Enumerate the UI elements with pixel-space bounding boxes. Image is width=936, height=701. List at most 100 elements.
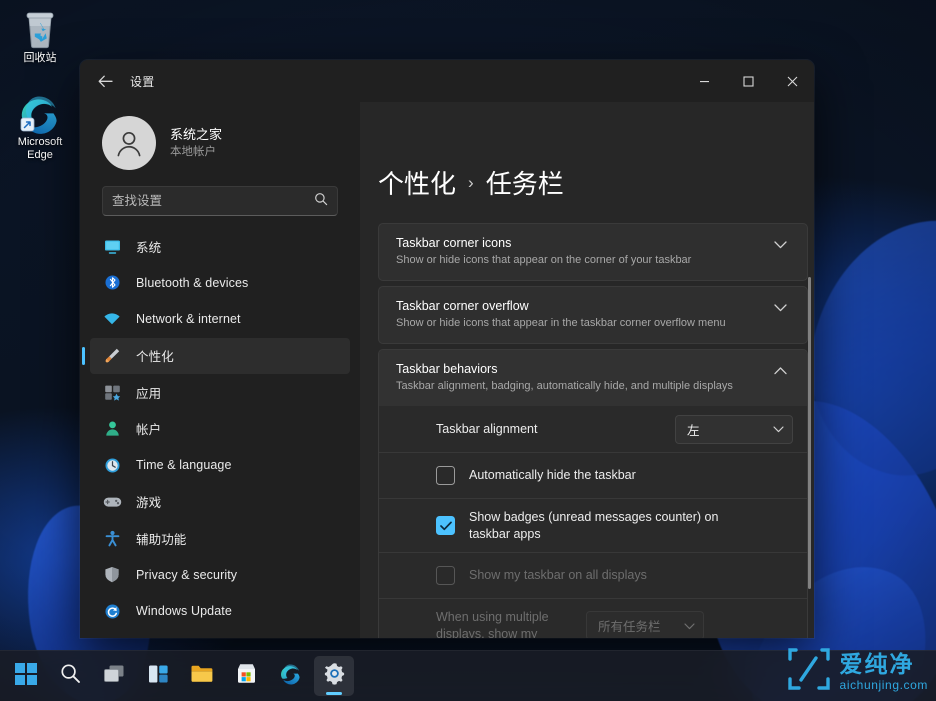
row-multi-display-show: When using multiple displays, show my 所有… (379, 598, 807, 638)
card-subtitle: Show or hide icons that appear on the co… (396, 253, 767, 268)
sidebar-item-label: Network & internet (136, 312, 241, 326)
card-header[interactable]: Taskbar behaviors Taskbar alignment, bad… (379, 350, 807, 406)
account-name: 系统之家 (170, 126, 222, 143)
sidebar-item-windows-update[interactable]: Windows Update (90, 593, 350, 630)
sidebar-item-system[interactable]: 系统 (90, 228, 350, 265)
card-header[interactable]: Taskbar corner overflow Show or hide ico… (379, 287, 807, 343)
breadcrumb-separator-icon: › (468, 173, 474, 193)
breadcrumb-current: 任务栏 (486, 164, 564, 201)
search-icon (60, 663, 81, 689)
row-show-badges[interactable]: Show badges (unread messages counter) on… (379, 498, 807, 552)
card-title: Taskbar behaviors (396, 361, 767, 377)
setting-label: Automatically hide the taskbar (469, 467, 793, 484)
watermark-logo-icon (786, 646, 832, 697)
sidebar-item-time-language[interactable]: Time & language (90, 447, 350, 484)
sidebar-item-apps[interactable]: 应用 (90, 374, 350, 411)
setting-label: Taskbar alignment (436, 421, 675, 438)
all-displays-checkbox (436, 566, 455, 585)
minimize-button[interactable] (682, 60, 726, 102)
clock-icon (102, 455, 122, 475)
brush-icon (102, 346, 122, 366)
card-subtitle: Show or hide icons that appear in the ta… (396, 316, 767, 331)
card-taskbar-behaviors: Taskbar behaviors Taskbar alignment, bad… (378, 349, 808, 638)
taskbar-icon-group (4, 656, 356, 696)
chevron-down-icon[interactable] (767, 235, 793, 249)
desktop-icon-recycle-bin[interactable]: 回收站 (4, 6, 76, 65)
row-auto-hide-taskbar[interactable]: Automatically hide the taskbar (379, 452, 807, 498)
microsoft-edge-icon (4, 90, 76, 136)
breadcrumb: 个性化 › 任务栏 (360, 102, 814, 223)
setting-label: Show my taskbar on all displays (469, 567, 793, 584)
bluetooth-icon (102, 273, 122, 293)
chevron-down-icon[interactable] (767, 298, 793, 312)
settings-window: 设置 (80, 60, 814, 638)
sidebar: 系统之家 本地帐户 (80, 102, 360, 638)
desktop-icon-label: 回收站 (4, 52, 76, 65)
back-button[interactable] (88, 66, 122, 96)
edge-button[interactable] (270, 656, 310, 696)
microsoft-store-button[interactable] (226, 656, 266, 696)
task-view-icon (103, 664, 125, 689)
chevron-down-icon (684, 619, 695, 633)
sidebar-item-label: 游戏 (136, 492, 161, 511)
sidebar-item-network-internet[interactable]: Network & internet (90, 301, 350, 338)
chevron-up-icon[interactable] (767, 361, 793, 375)
watermark-text-cn: 爱纯净 (840, 653, 928, 676)
sidebar-item-label: 辅助功能 (136, 529, 186, 548)
search-box[interactable] (102, 186, 338, 216)
sidebar-item-label: 应用 (136, 383, 161, 402)
setting-label: When using multiple displays, show my (436, 609, 586, 639)
card-subtitle: Taskbar alignment, badging, automaticall… (396, 379, 767, 394)
sidebar-item-label: Bluetooth & devices (136, 276, 248, 290)
taskbar-alignment-dropdown[interactable]: 左 (675, 415, 793, 444)
account-icon (102, 419, 122, 439)
accessibility-icon (102, 528, 122, 548)
watermark: 爱纯净 aichunjing.com (786, 646, 928, 697)
card-title: Taskbar corner icons (396, 235, 767, 251)
sidebar-item-gaming[interactable]: 游戏 (90, 484, 350, 521)
desktop-icon-microsoft-edge[interactable]: Microsoft Edge (4, 90, 76, 162)
monitor-icon (102, 236, 122, 256)
chevron-down-icon (773, 422, 784, 436)
sidebar-item-privacy-security[interactable]: Privacy & security (90, 557, 350, 594)
account-block[interactable]: 系统之家 本地帐户 (80, 102, 360, 186)
dropdown-value: 左 (687, 420, 773, 439)
breadcrumb-parent[interactable]: 个性化 (378, 164, 456, 201)
sidebar-item-label: Time & language (136, 458, 232, 472)
sidebar-item-label: Privacy & security (136, 568, 237, 582)
sidebar-item-accounts[interactable]: 帐户 (90, 411, 350, 448)
close-button[interactable] (770, 60, 814, 102)
content-scrollbar[interactable] (808, 277, 811, 589)
start-button[interactable] (6, 656, 46, 696)
update-icon (102, 601, 122, 621)
gear-icon (323, 662, 346, 690)
store-icon (236, 663, 257, 689)
sidebar-item-bluetooth-devices[interactable]: Bluetooth & devices (90, 265, 350, 302)
folder-icon (190, 664, 214, 689)
desktop-icon-label: Microsoft Edge (4, 136, 76, 162)
watermark-text-en: aichunjing.com (840, 679, 928, 691)
recycle-bin-icon (4, 6, 76, 52)
card-body: Taskbar alignment 左 Automatically hide t… (379, 406, 807, 638)
sidebar-item-label: 个性化 (136, 346, 174, 365)
widgets-icon (148, 664, 169, 689)
show-badges-checkbox[interactable] (436, 516, 455, 535)
sidebar-item-label: 帐户 (136, 419, 161, 438)
content-pane: 个性化 › 任务栏 Taskbar corner icons Show or h… (360, 102, 814, 638)
card-header[interactable]: Taskbar corner icons Show or hide icons … (379, 224, 807, 280)
desktop: 回收站 (0, 0, 936, 701)
auto-hide-checkbox[interactable] (436, 466, 455, 485)
card-taskbar-corner-overflow: Taskbar corner overflow Show or hide ico… (378, 286, 808, 344)
sidebar-item-personalization[interactable]: 个性化 (90, 338, 350, 375)
search-button[interactable] (50, 656, 90, 696)
task-view-button[interactable] (94, 656, 134, 696)
sidebar-item-accessibility[interactable]: 辅助功能 (90, 520, 350, 557)
apps-icon (102, 382, 122, 402)
file-explorer-button[interactable] (182, 656, 222, 696)
shield-icon (102, 565, 122, 585)
search-input[interactable] (112, 194, 314, 208)
maximize-button[interactable] (726, 60, 770, 102)
row-show-taskbar-all-displays: Show my taskbar on all displays (379, 552, 807, 598)
widgets-button[interactable] (138, 656, 178, 696)
settings-button[interactable] (314, 656, 354, 696)
